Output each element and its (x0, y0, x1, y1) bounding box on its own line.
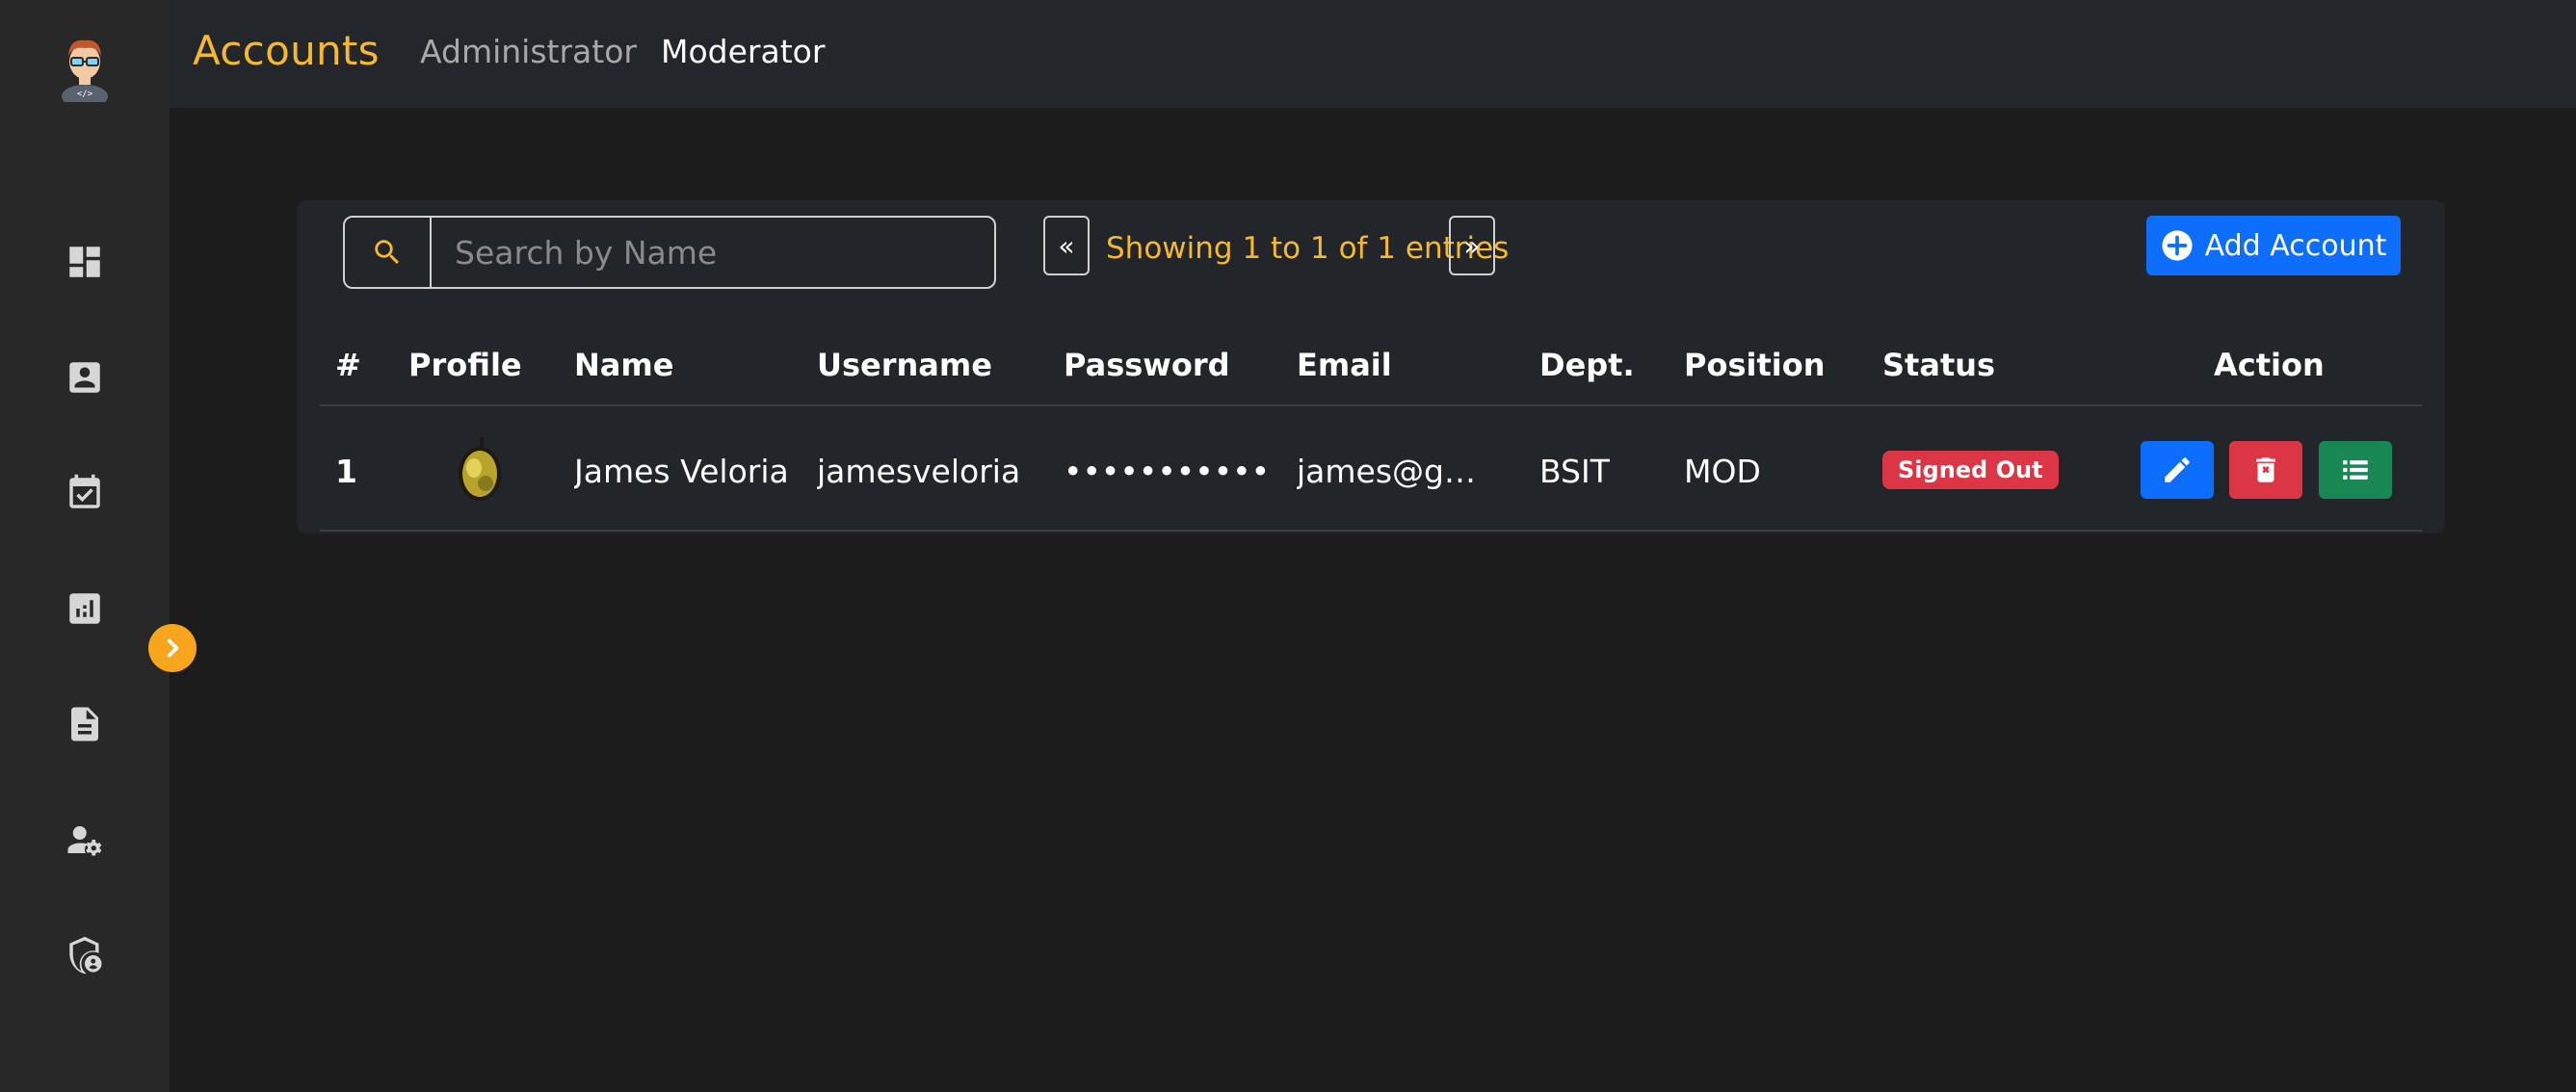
top-header: Accounts Administrator Moderator (170, 0, 2576, 108)
next-page-button[interactable]: » (1449, 216, 1495, 275)
document-icon[interactable] (62, 701, 108, 747)
contact-card-icon[interactable] (62, 354, 108, 401)
shield-user-icon[interactable] (62, 932, 108, 978)
col-header-profile: Profile (408, 347, 522, 383)
search-input[interactable] (432, 218, 994, 287)
tab-administrator[interactable]: Administrator (420, 33, 637, 70)
edit-button[interactable] (2141, 441, 2214, 499)
details-button[interactable] (2319, 441, 2392, 499)
prev-page-button[interactable]: « (1043, 216, 1090, 275)
row-username: jamesveloria (817, 453, 1021, 490)
row-position: MOD (1684, 453, 1761, 490)
calendar-check-icon[interactable] (62, 470, 108, 516)
status-badge: Signed Out (1882, 451, 2059, 489)
col-header-password: Password (1064, 347, 1230, 383)
col-header-name: Name (574, 347, 674, 383)
plus-circle-icon (2162, 230, 2193, 261)
sidebar: </> (0, 0, 197, 1092)
search-icon[interactable] (345, 218, 432, 287)
svg-text:</>: </> (77, 90, 93, 99)
col-header-username: Username (817, 347, 992, 383)
row-password: ••••••••••• (1064, 453, 1271, 490)
delete-button[interactable] (2229, 441, 2302, 499)
list-icon (2343, 460, 2368, 480)
col-header-action: Action (2214, 347, 2325, 383)
col-header-number: # (335, 347, 361, 383)
row-number: 1 (335, 453, 357, 490)
col-header-status: Status (1882, 347, 1996, 383)
col-header-dept: Dept. (1539, 347, 1635, 383)
user-avatar[interactable]: </> (54, 33, 116, 108)
add-account-button[interactable]: Add Account (2146, 216, 2401, 275)
search-box (343, 216, 996, 289)
dashboard-icon[interactable] (62, 239, 108, 285)
user-settings-icon[interactable] (62, 817, 108, 863)
analytics-icon[interactable] (62, 585, 108, 632)
add-account-label: Add Account (2204, 228, 2387, 263)
row-dept: BSIT (1539, 453, 1610, 490)
col-header-position: Position (1684, 347, 1826, 383)
pencil-icon (2165, 457, 2190, 482)
page-title: Accounts (193, 27, 380, 74)
header-divider (320, 404, 2422, 406)
chevron-right-icon[interactable] (148, 624, 197, 672)
tab-moderator[interactable]: Moderator (661, 33, 825, 70)
row-divider (320, 530, 2422, 532)
row-name: James Veloria (574, 453, 789, 490)
col-header-email: Email (1297, 347, 1392, 383)
accounts-card: « Showing 1 to 1 of 1 entries » Add Acco… (297, 200, 2445, 533)
row-email: james@gmail.com (1297, 453, 1503, 490)
profile-image (451, 433, 511, 510)
trash-icon (2256, 457, 2275, 482)
